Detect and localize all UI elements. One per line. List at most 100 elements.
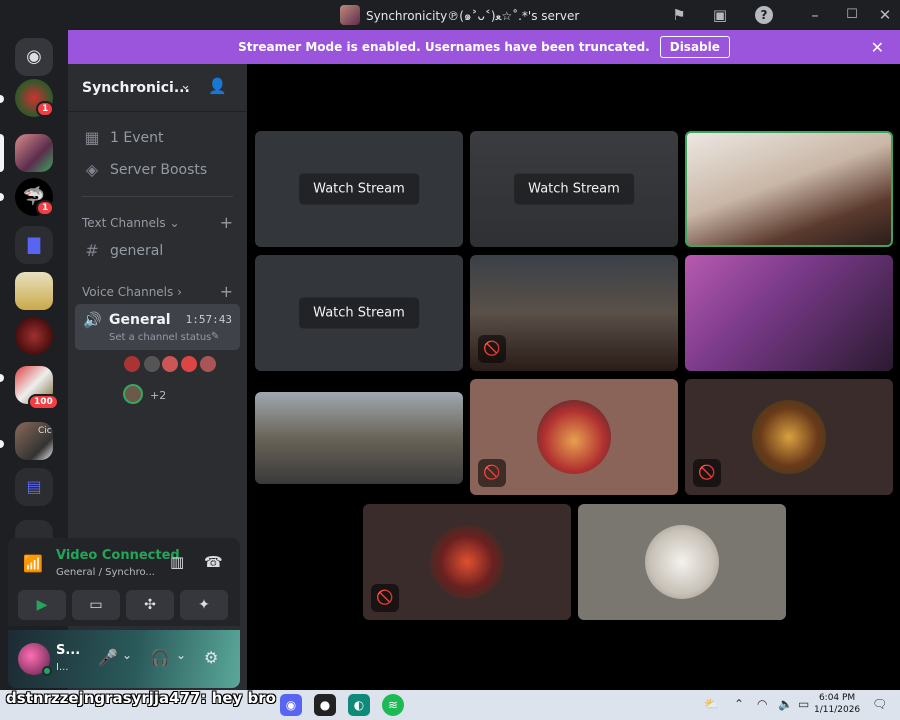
disable-streamer-mode-button[interactable]: Disable: [659, 36, 730, 58]
wifi-icon[interactable]: ◠: [757, 697, 767, 711]
voice-channel-name: General: [109, 312, 171, 328]
boosts-label: Server Boosts: [110, 161, 208, 178]
channel-general[interactable]: # general: [82, 241, 163, 260]
member-avatar[interactable]: [179, 354, 199, 374]
stream-tile[interactable]: [255, 392, 463, 484]
screen-share-button[interactable]: ▭: [72, 590, 120, 620]
user-status: I...: [56, 662, 69, 673]
member-avatar[interactable]: [142, 354, 162, 374]
disconnect-icon[interactable]: ☎: [204, 553, 223, 571]
unread-pill: [0, 95, 4, 103]
add-voice-channel-icon[interactable]: +: [220, 282, 233, 301]
stream-tile[interactable]: Watch Stream: [470, 131, 678, 247]
events-label: 1 Event: [110, 129, 164, 146]
notifications-icon[interactable]: 🗨: [872, 697, 887, 711]
muted-icon: 🚫: [693, 459, 721, 487]
member-avatar[interactable]: [198, 354, 218, 374]
invite-member-icon[interactable]: 👤: [208, 77, 227, 95]
mention-badge: 1: [36, 101, 55, 117]
system-clock[interactable]: 6:04 PM 1/11/2026: [814, 692, 860, 716]
avatar-tile[interactable]: 🚫: [470, 379, 678, 495]
boost-icon: ◈: [85, 160, 99, 179]
stream-tile[interactable]: Watch Stream: [255, 255, 463, 371]
headphones-icon[interactable]: 🎧: [150, 648, 170, 667]
voice-channels-category[interactable]: Voice Channels ›: [82, 285, 182, 299]
voice-channel-general[interactable]: 🔊 General 1:57:43 Set a channel status ✎: [75, 304, 240, 350]
server-icon[interactable]: [15, 317, 53, 355]
settings-gear-icon[interactable]: ⚙: [204, 648, 218, 667]
server-name: Synchronici...: [82, 80, 190, 96]
unread-pill: [0, 374, 4, 382]
chevron-down-icon[interactable]: ⌄: [122, 648, 132, 662]
online-status-icon: [42, 666, 52, 676]
flag-icon[interactable]: ⚑: [670, 6, 688, 24]
member-avatar: [537, 400, 611, 474]
server-avatar-icon: [340, 5, 360, 25]
member-avatar[interactable]: [122, 354, 142, 374]
discord-taskbar-icon[interactable]: ◉: [280, 694, 302, 716]
document-icon[interactable]: ▤: [15, 468, 53, 506]
user-panel: S... I... 🎤 ⌄ 🎧 ⌄ ⚙: [8, 630, 240, 688]
activities-button[interactable]: ✣: [126, 590, 174, 620]
add-text-channel-icon[interactable]: +: [220, 213, 233, 232]
obs-taskbar-icon[interactable]: ●: [314, 694, 336, 716]
camera-tile-speaking[interactable]: [685, 131, 893, 247]
member-avatar[interactable]: [123, 384, 143, 404]
maximize-button[interactable]: ☐: [843, 6, 861, 24]
video-stage: Watch Stream Watch Stream Watch Stream 🚫…: [247, 64, 900, 690]
avatar-tile[interactable]: 🚫: [363, 504, 571, 620]
help-icon[interactable]: ?: [755, 6, 773, 24]
clock-date: 1/11/2026: [814, 705, 861, 715]
text-channels-category[interactable]: Text Channels ⌄: [82, 216, 180, 230]
server-icon[interactable]: [15, 272, 53, 310]
chevron-down-icon: ⌄: [169, 216, 180, 230]
muted-icon: 🚫: [478, 459, 506, 487]
avatar-tile[interactable]: 🚫: [685, 379, 893, 495]
noise-suppression-icon[interactable]: ▥: [170, 553, 184, 571]
watch-stream-button[interactable]: Watch Stream: [299, 297, 419, 329]
camera-button[interactable]: ▶: [18, 590, 66, 620]
close-window-button[interactable]: ✕: [876, 6, 894, 24]
folder-icon[interactable]: ▇: [15, 226, 53, 264]
avatar-tile[interactable]: [578, 504, 786, 620]
chevron-down-icon[interactable]: ⌄: [176, 648, 186, 662]
window-title: Synchronicity℗(๑˃ᴗ˂)ﻌ☆˚.*'s server: [366, 9, 580, 23]
battery-icon[interactable]: ▭: [798, 697, 809, 711]
calendar-icon: ▦: [84, 128, 100, 147]
close-icon[interactable]: ✕: [871, 38, 884, 57]
edge-taskbar-icon[interactable]: ◐: [348, 694, 370, 716]
mention-badge: 100: [28, 394, 59, 410]
category-label: Voice Channels: [82, 285, 174, 299]
stream-overlay-message: dstnrzzejngrasyrjja477: hey bro: [6, 689, 276, 707]
voice-status-label: Video Connected: [56, 548, 180, 563]
unread-pill: [0, 440, 4, 448]
camera-tile[interactable]: [685, 255, 893, 371]
signal-icon[interactable]: 📶: [23, 554, 43, 573]
member-avatar: [430, 525, 504, 599]
weather-icon[interactable]: ⛅: [704, 697, 719, 711]
soundboard-button[interactable]: ✦: [180, 590, 228, 620]
clock-time: 6:04 PM: [818, 693, 856, 703]
watch-stream-button[interactable]: Watch Stream: [514, 173, 634, 205]
server-header[interactable]: Synchronici... ⌄ 👤: [68, 64, 247, 112]
channel-status-input[interactable]: Set a channel status: [109, 332, 211, 343]
voice-location-link[interactable]: General / Synchro...: [56, 567, 155, 578]
speaker-icon: 🔊: [83, 311, 102, 329]
stream-tile[interactable]: Watch Stream: [255, 131, 463, 247]
minimize-button[interactable]: –: [806, 6, 824, 24]
events-row[interactable]: ▦ 1 Event: [82, 128, 163, 147]
volume-icon[interactable]: 🔈: [778, 697, 793, 711]
spotify-taskbar-icon[interactable]: ≋: [382, 694, 404, 716]
selected-pill: [0, 134, 4, 172]
pencil-icon[interactable]: ✎: [211, 331, 219, 342]
watch-stream-button[interactable]: Watch Stream: [299, 173, 419, 205]
member-avatar[interactable]: [160, 354, 180, 374]
server-boosts-row[interactable]: ◈ Server Boosts: [82, 160, 207, 179]
chevron-up-icon[interactable]: ⌃: [734, 697, 744, 711]
inbox-icon[interactable]: ▣: [711, 6, 729, 24]
server-icon-selected[interactable]: [15, 134, 53, 172]
microphone-icon[interactable]: 🎤: [98, 648, 118, 667]
member-avatar: [645, 525, 719, 599]
camera-tile[interactable]: 🚫: [470, 255, 678, 371]
discord-home-icon[interactable]: ◉: [15, 38, 53, 76]
